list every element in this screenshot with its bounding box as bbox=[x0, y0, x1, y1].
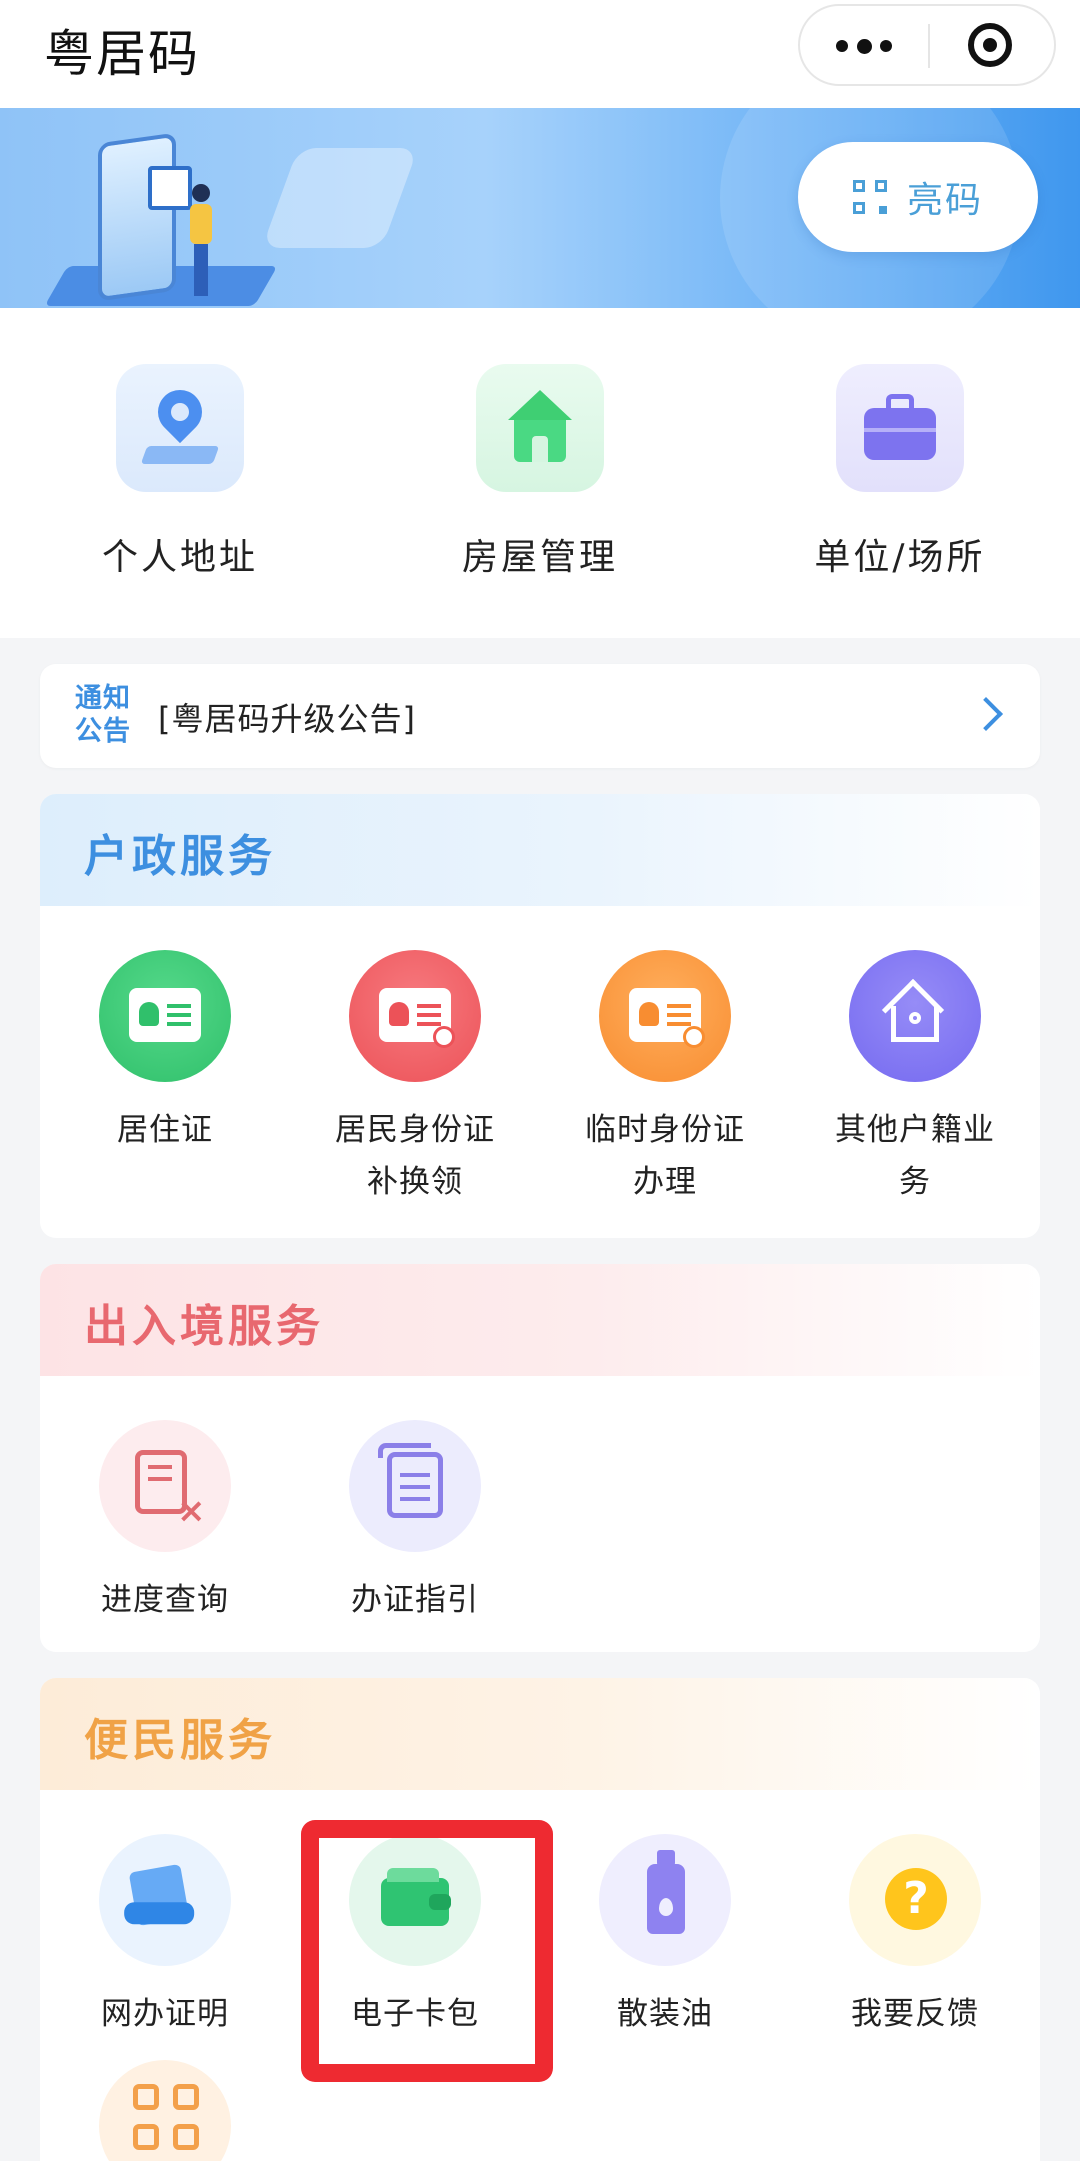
quick-item-label: 个人地址 bbox=[101, 537, 258, 578]
show-code-label: 亮码 bbox=[906, 180, 983, 221]
guide-document-icon bbox=[349, 1420, 481, 1552]
service-feedback[interactable]: ? 我要反馈 bbox=[790, 1834, 1040, 2040]
more-icon[interactable] bbox=[836, 36, 892, 56]
service-temporary-id[interactable]: 临时身份证 办理 bbox=[540, 950, 790, 1208]
qr-illustration-icon bbox=[148, 166, 192, 210]
residence-permit-icon bbox=[99, 950, 231, 1082]
service-other-household[interactable]: 其他户籍业 务 bbox=[790, 950, 1040, 1208]
quick-entries: 个人地址 房屋管理 单位/场所 bbox=[0, 308, 1080, 638]
quick-item-label: 房屋管理 bbox=[461, 537, 618, 578]
service-e-card-wallet[interactable]: 电子卡包 bbox=[290, 1834, 540, 2040]
briefcase-icon bbox=[836, 364, 964, 492]
notice-badge: 通知 公告 bbox=[75, 683, 131, 747]
chevron-right-icon bbox=[969, 697, 1003, 731]
feedback-icon: ? bbox=[849, 1834, 981, 1966]
banner: 亮码 bbox=[0, 108, 1080, 308]
immigration-services-header: 出入境服务 bbox=[40, 1264, 1040, 1376]
quick-item-personal-address[interactable]: 个人地址 bbox=[60, 364, 300, 580]
quick-item-label: 单位/场所 bbox=[814, 537, 986, 578]
close-target-icon[interactable] bbox=[968, 23, 1012, 67]
show-code-button[interactable]: 亮码 bbox=[798, 142, 1038, 252]
more-grid-icon bbox=[99, 2060, 231, 2161]
convenience-services-card: 便民服务 网办证明 电子卡包 散装油 ? 我要反馈 bbox=[40, 1678, 1040, 2161]
household-services-card: 户政服务 居住证 居民身份证 补换领 临时身份证 办理 其他户籍业 务 bbox=[40, 794, 1040, 1238]
household-services-header: 户政服务 bbox=[40, 794, 1040, 906]
service-online-certificate[interactable]: 网办证明 bbox=[40, 1834, 290, 2040]
page-title: 粤居码 bbox=[44, 25, 200, 83]
mini-program-capsule bbox=[798, 4, 1056, 86]
qr-code-icon bbox=[852, 180, 887, 214]
service-id-card-renewal[interactable]: 居民身份证 补换领 bbox=[290, 950, 540, 1208]
household-registration-icon bbox=[849, 950, 981, 1082]
section-title: 出入境服务 bbox=[84, 1301, 324, 1352]
temporary-id-icon bbox=[599, 950, 731, 1082]
notice-bar[interactable]: 通知 公告 [粤居码升级公告] bbox=[40, 664, 1040, 768]
service-more[interactable] bbox=[40, 2060, 290, 2161]
id-card-renew-icon bbox=[349, 950, 481, 1082]
online-certificate-icon bbox=[99, 1834, 231, 1966]
convenience-services-header: 便民服务 bbox=[40, 1678, 1040, 1790]
service-residence-permit[interactable]: 居住证 bbox=[40, 950, 290, 1156]
house-icon bbox=[476, 364, 604, 492]
phone-illustration bbox=[98, 132, 176, 302]
service-bulk-oil[interactable]: 散装油 bbox=[540, 1834, 790, 2040]
top-bar: 粤居码 bbox=[0, 0, 1080, 108]
quick-item-unit-venue[interactable]: 单位/场所 bbox=[780, 364, 1020, 580]
service-guide[interactable]: 办证指引 bbox=[290, 1420, 540, 1626]
person-illustration bbox=[190, 184, 212, 296]
capsule-divider bbox=[928, 24, 930, 68]
notice-text: [粤居码升级公告] bbox=[158, 700, 416, 738]
section-title: 户政服务 bbox=[84, 831, 276, 882]
progress-query-icon: × bbox=[99, 1420, 231, 1552]
bulk-oil-icon bbox=[599, 1834, 731, 1966]
service-progress-query[interactable]: × 进度查询 bbox=[40, 1420, 290, 1626]
app-page: 粤居码 亮码 个人地址 房屋管理 单位/场所 通知 公告 [粤居码升级公告] 户… bbox=[0, 0, 1080, 2161]
location-pin-icon bbox=[116, 364, 244, 492]
immigration-services-card: 出入境服务 × 进度查询 办证指引 bbox=[40, 1264, 1040, 1652]
quick-item-house-management[interactable]: 房屋管理 bbox=[420, 364, 660, 580]
section-title: 便民服务 bbox=[84, 1715, 276, 1766]
wallet-icon bbox=[349, 1834, 481, 1966]
